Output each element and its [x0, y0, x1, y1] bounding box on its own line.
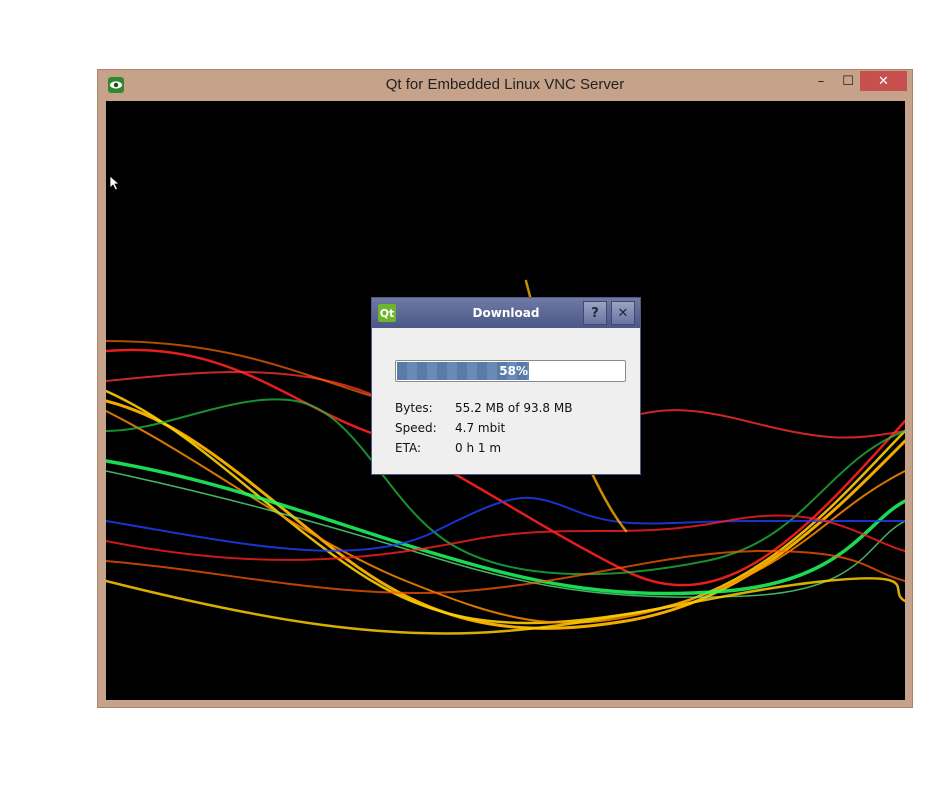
download-progress-bar: 58% [395, 360, 626, 382]
download-dialog: Qt Download ? ✕ 58% Bytes: 55.2 MB of 93… [371, 297, 641, 475]
minimize-button[interactable]: – [810, 71, 832, 91]
dialog-titlebar[interactable]: Qt Download ? ✕ [372, 298, 640, 328]
vnc-window: Qt for Embedded Linux VNC Server – ☐ ✕ Q… [97, 69, 913, 708]
help-button[interactable]: ? [583, 301, 607, 325]
speed-label: Speed: [395, 421, 437, 435]
window-title: Qt for Embedded Linux VNC Server [385, 76, 625, 93]
dialog-close-button[interactable]: ✕ [611, 301, 635, 325]
close-button[interactable]: ✕ [860, 71, 907, 91]
vnc-titlebar[interactable]: Qt for Embedded Linux VNC Server – ☐ ✕ [98, 70, 912, 100]
mouse-cursor-icon [109, 175, 121, 191]
eta-label: ETA: [395, 441, 422, 455]
speed-value: 4.7 mbit [455, 421, 506, 435]
progress-label: 58% [499, 364, 528, 378]
maximize-button[interactable]: ☐ [837, 71, 859, 91]
remote-screen[interactable]: Qt Download ? ✕ 58% Bytes: 55.2 MB of 93… [106, 101, 905, 700]
bytes-value: 55.2 MB of 93.8 MB [455, 401, 573, 415]
eta-value: 0 h 1 m [455, 441, 502, 455]
bytes-label: Bytes: [395, 401, 433, 415]
